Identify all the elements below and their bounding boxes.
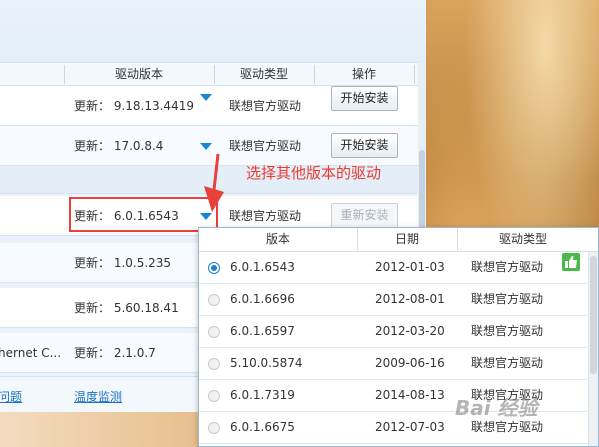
window-top-area xyxy=(0,0,426,62)
reinstall-button[interactable]: 重新安装 xyxy=(331,203,398,228)
option-type: 联想官方驱动 xyxy=(471,292,544,306)
version-option[interactable]: 5.10.0.5874 2009-06-16 联想官方驱动 xyxy=(199,348,589,380)
temperature-monitor-link[interactable]: 温度监测 xyxy=(74,388,122,405)
dropdown-header: 版本 日期 驱动类型 xyxy=(199,228,598,252)
option-type: 联想官方驱动 xyxy=(471,356,544,370)
recommended-thumbs-up-icon xyxy=(562,253,580,271)
version-dropdown-arrow-icon[interactable] xyxy=(200,94,212,101)
option-version: 6.0.1.7319 xyxy=(230,388,295,402)
version-radio[interactable] xyxy=(208,422,220,434)
driver-name: hernet C... xyxy=(0,346,62,360)
driver-version: 更新： 1.0.5.235 xyxy=(74,256,172,270)
driver-version: 更新： 5.60.18.41 xyxy=(74,301,179,315)
start-install-button[interactable]: 开始安装 xyxy=(331,133,398,158)
annotation-label: 选择其他版本的驱动 xyxy=(246,164,382,182)
option-version: 6.0.1.6597 xyxy=(230,324,295,338)
dropdown-header-date: 日期 xyxy=(394,232,419,246)
driver-table-header: 驱动版本 驱动类型 操作 xyxy=(0,62,418,86)
option-date: 2014-08-13 xyxy=(375,388,445,402)
option-date: 2012-07-03 xyxy=(375,420,445,434)
option-version: 6.0.1.6675 xyxy=(230,420,295,434)
version-radio[interactable] xyxy=(208,326,220,338)
dropdown-header-version: 版本 xyxy=(265,232,290,246)
option-date: 2012-03-20 xyxy=(375,324,445,338)
problem-link[interactable]: 问题 xyxy=(0,388,22,405)
version-radio[interactable] xyxy=(208,390,220,402)
option-type: 联想官方驱动 xyxy=(471,260,544,274)
option-version: 6.0.1.6543 xyxy=(230,260,295,274)
option-date: 2009-06-16 xyxy=(375,356,445,370)
header-type: 驱动类型 xyxy=(239,67,288,81)
annotation-arrow-icon xyxy=(204,153,224,212)
header-action: 操作 xyxy=(351,67,376,81)
option-type: 联想官方驱动 xyxy=(471,324,544,338)
driver-version: 更新： 2.1.0.7 xyxy=(74,346,156,360)
option-version: 6.0.1.6696 xyxy=(230,292,295,306)
version-dropdown-panel: 版本 日期 驱动类型 6.0.1.6543 2012-01-03 联想官方驱动 … xyxy=(198,227,599,447)
version-dropdown-arrow-icon[interactable] xyxy=(200,143,212,150)
driver-row: 更新： 9.18.13.4419 联想官方驱动 开始安装 xyxy=(0,86,418,126)
header-version: 驱动版本 xyxy=(114,67,163,81)
option-date: 2012-01-03 xyxy=(375,260,445,274)
version-radio[interactable] xyxy=(208,262,220,274)
option-date: 2012-08-01 xyxy=(375,292,445,306)
version-radio[interactable] xyxy=(208,294,220,306)
version-radio[interactable] xyxy=(208,358,220,370)
header-separator xyxy=(414,65,415,84)
dropdown-scrollbar-thumb[interactable] xyxy=(590,256,597,374)
driver-version: 更新： 17.0.8.4 xyxy=(74,139,164,153)
version-option[interactable]: 6.0.1.6696 2012-08-01 联想官方驱动 xyxy=(199,284,589,316)
dropdown-header-type: 驱动类型 xyxy=(498,232,547,246)
driver-version: 更新： 9.18.13.4419 xyxy=(74,99,194,113)
driver-type: 联想官方驱动 xyxy=(229,139,302,153)
watermark: Bai 经验 xyxy=(455,396,538,420)
option-version: 5.10.0.5874 xyxy=(230,356,303,370)
start-install-button[interactable]: 开始安装 xyxy=(331,86,398,111)
driver-type: 联想官方驱动 xyxy=(229,99,302,113)
version-option[interactable]: 6.0.1.6543 2012-01-03 联想官方驱动 xyxy=(199,252,589,284)
version-option[interactable]: 6.0.1.6597 2012-03-20 联想官方驱动 xyxy=(199,316,589,348)
